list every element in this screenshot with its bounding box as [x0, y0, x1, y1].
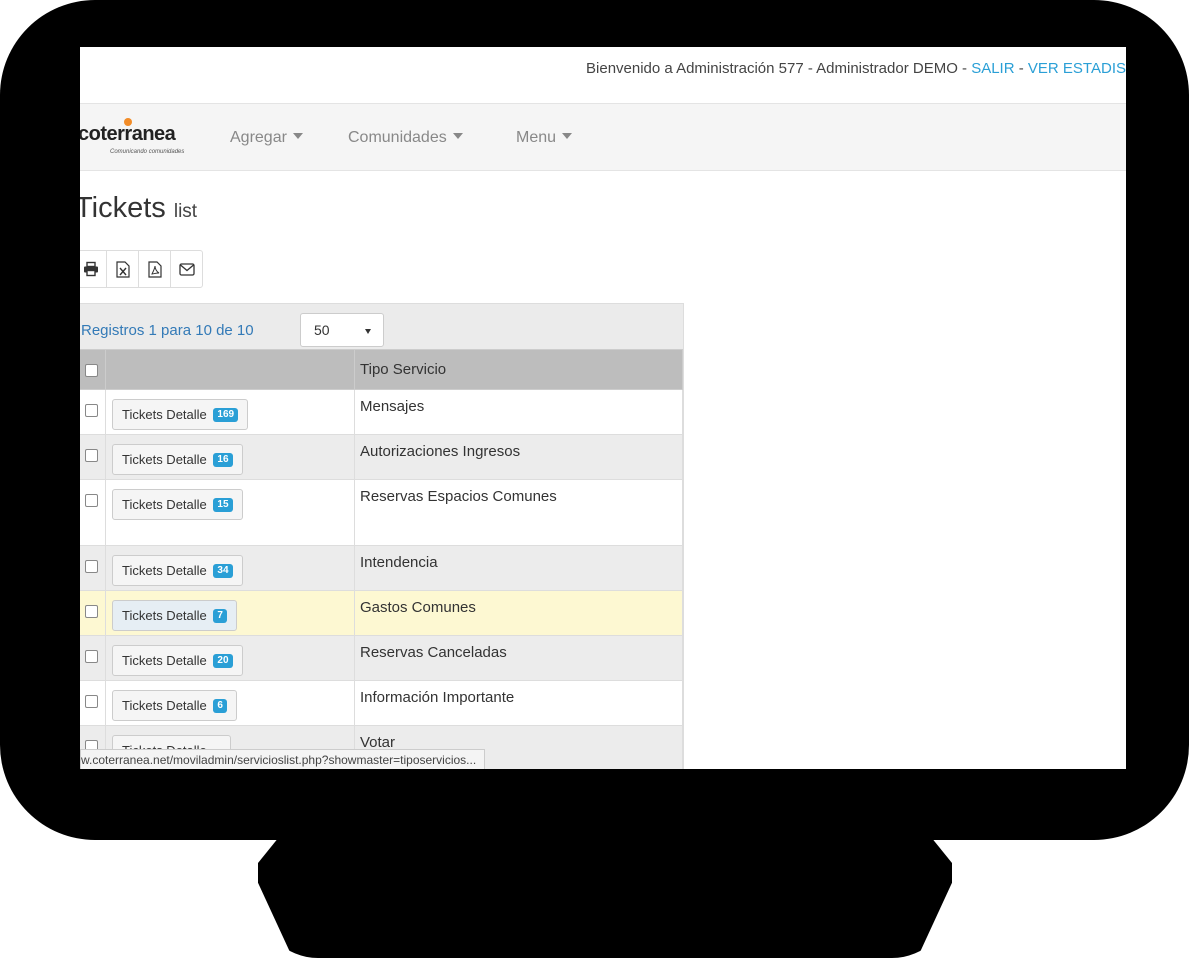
row-checkbox[interactable] [85, 560, 98, 573]
tickets-detalle-button[interactable]: Tickets Detalle 7 [112, 600, 237, 631]
excel-icon[interactable] [107, 251, 139, 287]
row-checkbox[interactable] [85, 404, 98, 417]
tipo-servicio-cell: Gastos Comunes [354, 590, 683, 636]
tickets-table: Tipo Servicio Tickets Detalle 169 Mensaj… [80, 349, 683, 769]
nav-comunidades-label: Comunidades [348, 129, 447, 146]
nav-agregar-label: Agregar [230, 129, 287, 146]
row-check-cell [80, 680, 106, 726]
button-label: Tickets Detalle [122, 608, 207, 623]
email-icon[interactable] [171, 251, 202, 287]
count-badge: 6 [213, 698, 227, 713]
tipo-servicio-cell: Autorizaciones Ingresos [354, 434, 683, 480]
grid-panel: Registros 1 para 10 de 10 50 Tipo Servic… [80, 303, 684, 769]
tipo-servicio-cell: Información Importante [354, 680, 683, 726]
nav-comunidades[interactable]: Comunidades [348, 129, 463, 147]
records-count: Registros 1 para 10 de 10 [81, 322, 254, 339]
row-button-cell: Tickets Detalle 169 [105, 389, 355, 435]
count-badge: 20 [213, 653, 233, 668]
pdf-icon[interactable] [139, 251, 171, 287]
row-button-cell: Tickets Detalle 34 [105, 545, 355, 591]
status-url: w.coterranea.net/moviladmin/servicioslis… [81, 753, 477, 767]
button-label: Tickets Detalle [122, 452, 207, 467]
row-check-cell [80, 590, 106, 636]
view-stats-link[interactable]: VER ESTADIS [1028, 60, 1126, 77]
print-icon[interactable] [80, 251, 107, 287]
row-button-cell: Tickets Detalle 15 [105, 479, 355, 546]
caret-down-icon [562, 132, 573, 139]
header-select-all[interactable] [80, 349, 106, 390]
tipo-servicio-cell: Reservas Espacios Comunes [354, 479, 683, 546]
tickets-detalle-button[interactable]: Tickets Detalle 16 [112, 444, 243, 475]
monitor-stand [258, 760, 952, 958]
count-badge: 34 [213, 563, 233, 578]
table-row-highlighted: Tickets Detalle 7 Gastos Comunes [80, 590, 683, 636]
header-tipo-servicio[interactable]: Tipo Servicio [354, 349, 683, 390]
select-all-checkbox[interactable] [85, 364, 98, 377]
row-button-cell: Tickets Detalle 20 [105, 635, 355, 681]
navbar: coterranea Comunicando comunidades Agreg… [80, 103, 1126, 171]
dropdown-arrow-icon [365, 329, 371, 334]
tickets-detalle-button[interactable]: Tickets Detalle 34 [112, 555, 243, 586]
page-size-value: 50 [314, 322, 330, 338]
table-row: Tickets Detalle 6 Información Importante [80, 680, 683, 726]
table-row: Tickets Detalle 20 Reservas Canceladas [80, 635, 683, 681]
page-size-select[interactable]: 50 [300, 313, 384, 347]
top-bar: Bienvenido a Administración 577 - Admini… [80, 47, 1126, 102]
table-header-row: Tipo Servicio [80, 349, 683, 390]
row-checkbox[interactable] [85, 449, 98, 462]
row-check-cell [80, 389, 106, 435]
row-button-cell: Tickets Detalle 16 [105, 434, 355, 480]
caret-down-icon [452, 132, 463, 139]
row-check-cell [80, 479, 106, 546]
button-label: Tickets Detalle [122, 698, 207, 713]
table-row: Tickets Detalle 169 Mensajes [80, 389, 683, 435]
row-check-cell [80, 635, 106, 681]
tickets-detalle-button[interactable]: Tickets Detalle 20 [112, 645, 243, 676]
screen: Bienvenido a Administración 577 - Admini… [80, 47, 1126, 769]
table-row: Tickets Detalle 16 Autorizaciones Ingres… [80, 434, 683, 480]
nav-agregar[interactable]: Agregar [230, 129, 303, 147]
tickets-detalle-button[interactable]: Tickets Detalle 15 [112, 489, 243, 520]
nav-menu-label: Menu [516, 129, 557, 146]
button-label: Tickets Detalle [122, 653, 207, 668]
export-toolbar [80, 250, 203, 288]
button-label: Tickets Detalle [122, 563, 207, 578]
welcome-label: Bienvenido a Administración 577 - Admini… [586, 60, 972, 77]
row-checkbox[interactable] [85, 695, 98, 708]
count-badge: 15 [213, 497, 233, 512]
page-subtitle: list [173, 201, 198, 222]
caret-down-icon [292, 132, 303, 139]
row-checkbox[interactable] [85, 650, 98, 663]
table-row: Tickets Detalle 15 Reservas Espacios Com… [80, 479, 683, 546]
button-label: Tickets Detalle [122, 407, 207, 422]
button-label: Tickets Detalle [122, 497, 207, 512]
tickets-detalle-button[interactable]: Tickets Detalle 6 [112, 690, 237, 721]
row-button-cell: Tickets Detalle 6 [105, 680, 355, 726]
row-check-cell [80, 545, 106, 591]
table-row: Tickets Detalle 34 Intendencia [80, 545, 683, 591]
row-button-cell: Tickets Detalle 7 [105, 590, 355, 636]
browser-status-bar: w.coterranea.net/moviladmin/servicioslis… [80, 749, 486, 769]
count-badge: 16 [213, 452, 233, 467]
welcome-text: Bienvenido a Administración 577 - Admini… [586, 60, 1126, 77]
nav-menu[interactable]: Menu [516, 129, 573, 147]
page-title: Tickets list [80, 192, 197, 225]
tickets-detalle-button[interactable]: Tickets Detalle 169 [112, 399, 249, 430]
tipo-servicio-cell: Mensajes [354, 389, 683, 435]
header-actions [105, 349, 355, 390]
separator: - [1014, 60, 1028, 77]
tipo-servicio-cell: Reservas Canceladas [354, 635, 683, 681]
logout-link[interactable]: SALIR [971, 60, 1014, 77]
count-badge: 169 [213, 407, 239, 422]
tipo-servicio-cell: Intendencia [354, 545, 683, 591]
logo[interactable]: coterranea Comunicando comunidades [80, 116, 208, 158]
row-checkbox[interactable] [85, 605, 98, 618]
count-badge: 7 [213, 608, 227, 623]
page-title-text: Tickets [80, 192, 166, 224]
logo-tagline: Comunicando comunidades [110, 149, 185, 155]
row-checkbox[interactable] [85, 494, 98, 507]
row-check-cell [80, 434, 106, 480]
logo-text: coterranea [80, 123, 176, 145]
